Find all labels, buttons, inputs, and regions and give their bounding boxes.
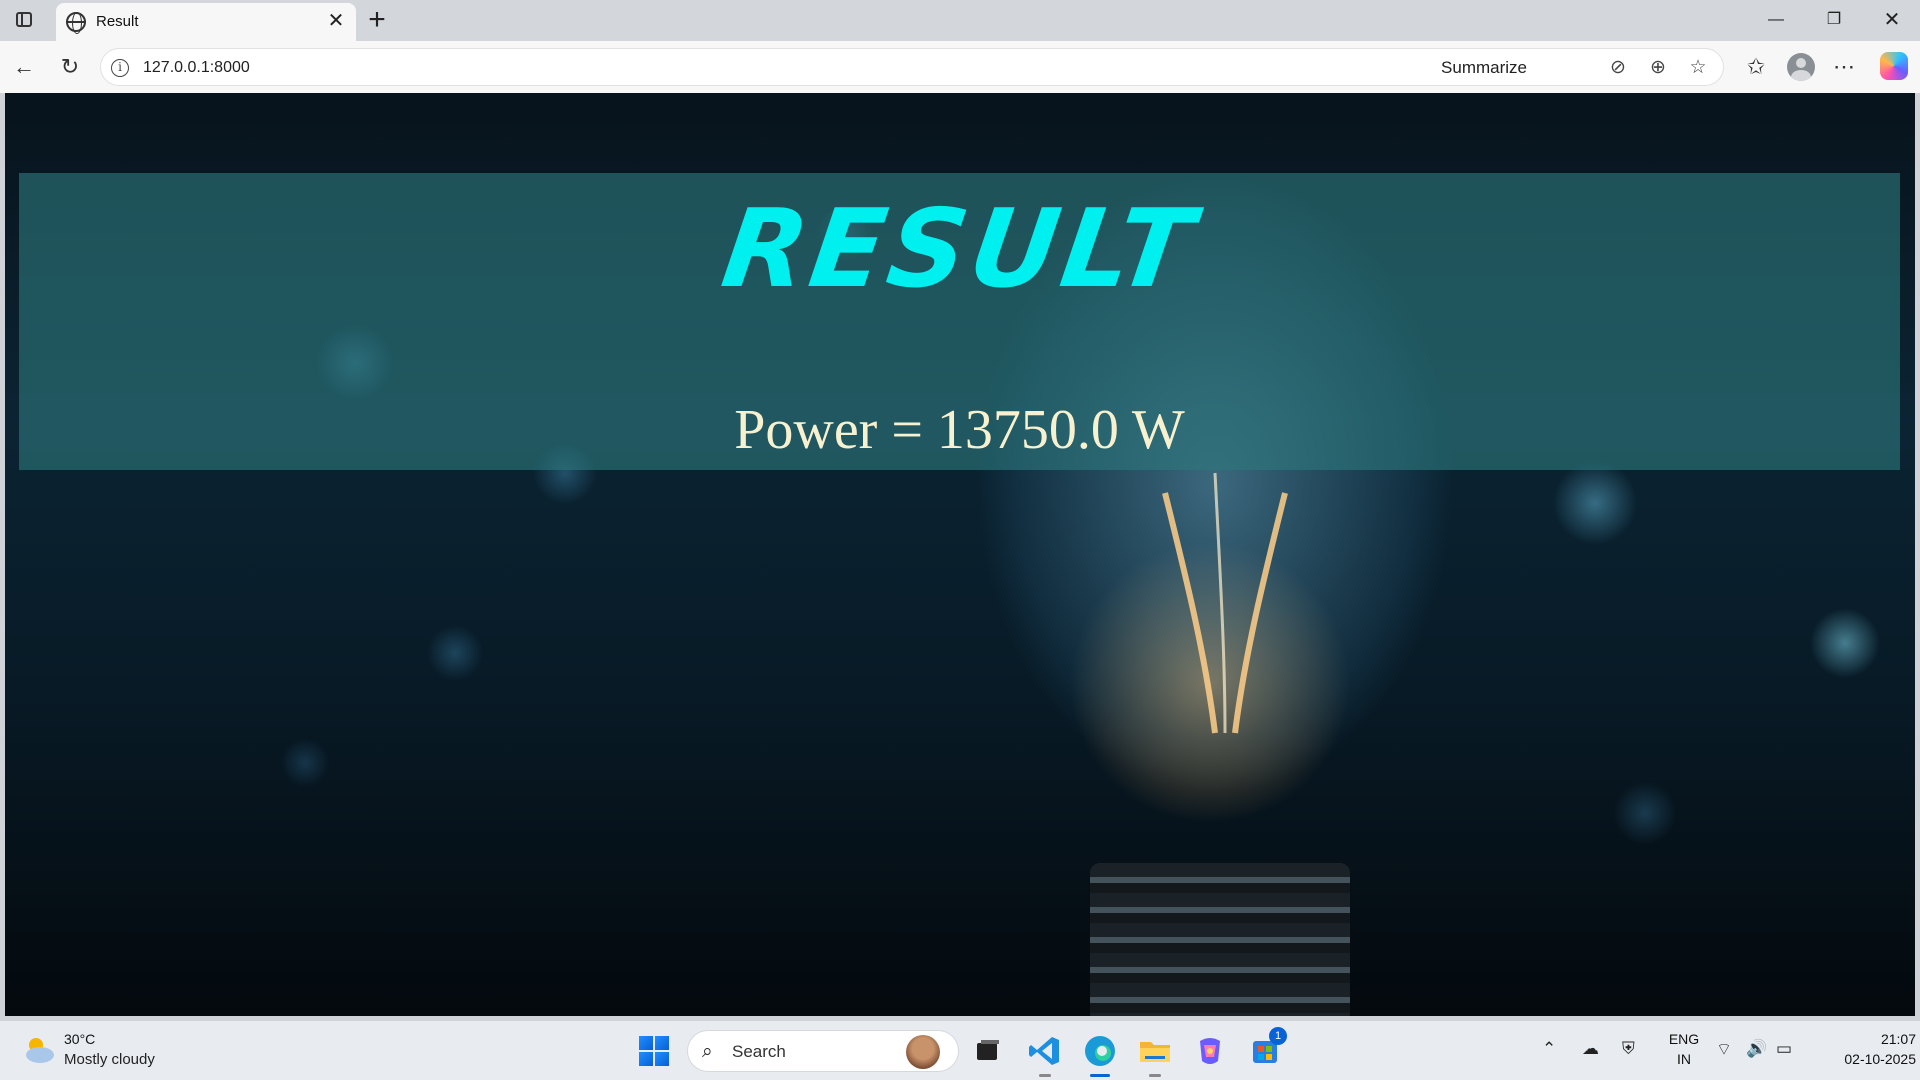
battery-icon[interactable]: ▭ (1776, 1039, 1792, 1059)
new-tab-button[interactable]: + (362, 5, 392, 36)
volume-icon[interactable]: 🔊 (1746, 1039, 1767, 1059)
profile-avatar[interactable] (1787, 53, 1815, 81)
store-icon[interactable]: 1 (1245, 1027, 1287, 1071)
favorites-icon[interactable]: ✩ (1740, 51, 1772, 83)
page-viewport: RESULT Power = 13750.0 W (5, 93, 1915, 1016)
search-icon: ⌕ (702, 1041, 713, 1062)
store-badge: 1 (1269, 1027, 1287, 1045)
weather-cloud-icon[interactable] (22, 1033, 56, 1067)
bulb-base (1090, 863, 1350, 1016)
weather-description[interactable]: Mostly cloudy (64, 1051, 155, 1068)
taskbar: 30°C Mostly cloudy ⌕ Search 1 ⌃ ☁ ⛨ ENG … (0, 1020, 1920, 1080)
clock-time[interactable]: 21:07 (1856, 1031, 1916, 1047)
summarize-button[interactable]: Summarize (1441, 58, 1527, 78)
wifi-icon[interactable]: ⌔ (1716, 1039, 1732, 1060)
search-highlight-image (906, 1035, 940, 1069)
close-tab-icon[interactable]: ✕ (324, 9, 348, 33)
tab-result[interactable]: Result ✕ (56, 3, 356, 41)
copilot-icon[interactable] (1880, 52, 1908, 80)
tab-actions-icon[interactable] (12, 9, 36, 31)
minimize-button[interactable]: — (1748, 0, 1804, 41)
refresh-button[interactable]: ↻ (54, 51, 86, 83)
show-hidden-icons-chevron-icon[interactable]: ⌃ (1542, 1039, 1556, 1059)
restore-button[interactable]: ❐ (1806, 0, 1862, 41)
globe-icon (66, 12, 86, 34)
weather-temperature[interactable]: 30°C (64, 1031, 95, 1047)
close-window-button[interactable]: ✕ (1864, 0, 1920, 41)
browser-window: Result ✕ + — ❐ ✕ ← ↻ i 127.0.0.1:8000 Su… (0, 0, 1920, 1020)
browser-toolbar: ← ↻ i 127.0.0.1:8000 Summarize ⊘ ⊕ ☆ ✩ ⋯ (0, 41, 1920, 93)
address-bar[interactable]: i 127.0.0.1:8000 Summarize ⊘ ⊕ ☆ (100, 48, 1724, 86)
more-options-icon[interactable]: ⋯ (1828, 51, 1860, 83)
language-region[interactable]: IN (1666, 1051, 1702, 1067)
search-label: Search (732, 1042, 786, 1061)
clock-date[interactable]: 02-10-2025 (1816, 1051, 1916, 1067)
start-button[interactable] (639, 1036, 669, 1066)
power-result: Power = 13750.0 W (734, 399, 1185, 461)
summarize-icon[interactable]: ⊘ (1605, 55, 1631, 81)
result-heading: RESULT (715, 187, 1204, 312)
back-button[interactable]: ← (8, 51, 40, 83)
copilot-app-icon[interactable] (1190, 1031, 1230, 1071)
url-text[interactable]: 127.0.0.1:8000 (143, 59, 250, 77)
site-info-icon[interactable]: i (111, 59, 129, 77)
vscode-icon[interactable] (1025, 1031, 1065, 1077)
tab-strip: Result ✕ + — ❐ ✕ (0, 0, 1920, 41)
favorite-star-icon[interactable]: ☆ (1685, 55, 1711, 81)
bulb-filament (1162, 472, 1288, 734)
onedrive-icon[interactable]: ☁ (1582, 1039, 1599, 1059)
tab-title: Result (96, 13, 139, 30)
edge-icon[interactable] (1080, 1031, 1120, 1077)
file-explorer-icon[interactable] (1135, 1031, 1175, 1077)
taskbar-search[interactable]: ⌕ Search (687, 1030, 959, 1072)
result-banner: RESULT Power = 13750.0 W (19, 173, 1900, 470)
security-shield-icon[interactable]: ⛨ (1622, 1039, 1635, 1059)
task-view-icon[interactable] (967, 1031, 1007, 1071)
language-indicator[interactable]: ENG (1666, 1031, 1702, 1047)
zoom-icon[interactable]: ⊕ (1645, 55, 1671, 81)
